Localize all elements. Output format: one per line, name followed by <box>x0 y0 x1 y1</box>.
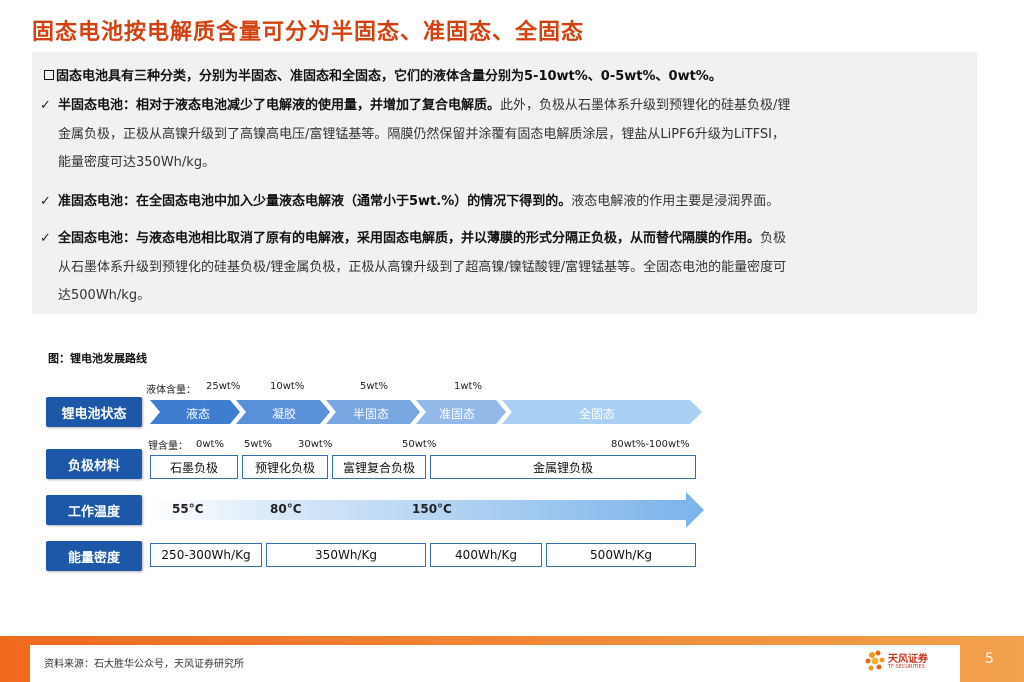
temp-value: 150°C <box>412 502 452 516</box>
li-value: 0wt% <box>196 439 224 450</box>
stage-liquid: 液态 <box>185 407 210 421</box>
anode-cell: 金属锂负极 <box>430 455 696 479</box>
page-number: 5 <box>985 651 994 667</box>
stage-all-solid: 全固态 <box>578 407 615 421</box>
stage-quasi-solid: 准固态 <box>438 407 475 421</box>
temp-value: 80°C <box>270 502 302 516</box>
logo-subtext: TF SECURITIES <box>888 664 925 670</box>
li-value: 50wt% <box>402 439 437 450</box>
anode-cell: 石墨负极 <box>150 455 238 479</box>
anode-cell: 富锂复合负极 <box>332 455 426 479</box>
logo-text: 天风证券 <box>888 654 928 665</box>
energy-cell: 350Wh/Kg <box>266 543 426 567</box>
li-value: 5wt% <box>244 439 272 450</box>
anode-cell: 预锂化负极 <box>242 455 328 479</box>
energy-cell: 250-300Wh/Kg <box>150 543 262 567</box>
energy-cell: 500Wh/Kg <box>546 543 696 567</box>
stage-gel: 凝胶 <box>271 407 296 421</box>
li-content-label: 锂含量： <box>148 441 188 452</box>
energy-cell: 400Wh/Kg <box>430 543 542 567</box>
footer-source: 资料来源：石大胜华公众号，天风证券研究所 <box>44 659 244 670</box>
temp-value: 55°C <box>172 502 204 516</box>
battery-roadmap-diagram: 锂电池状态 负极材料 工作温度 能量密度 液体含量： 25wt% 10wt% 5… <box>0 0 1024 682</box>
li-value: 30wt% <box>298 439 333 450</box>
stage-semi-solid: 半固态 <box>352 407 389 421</box>
li-value: 80wt%-100wt% <box>611 439 690 450</box>
state-chevrons <box>150 400 704 528</box>
